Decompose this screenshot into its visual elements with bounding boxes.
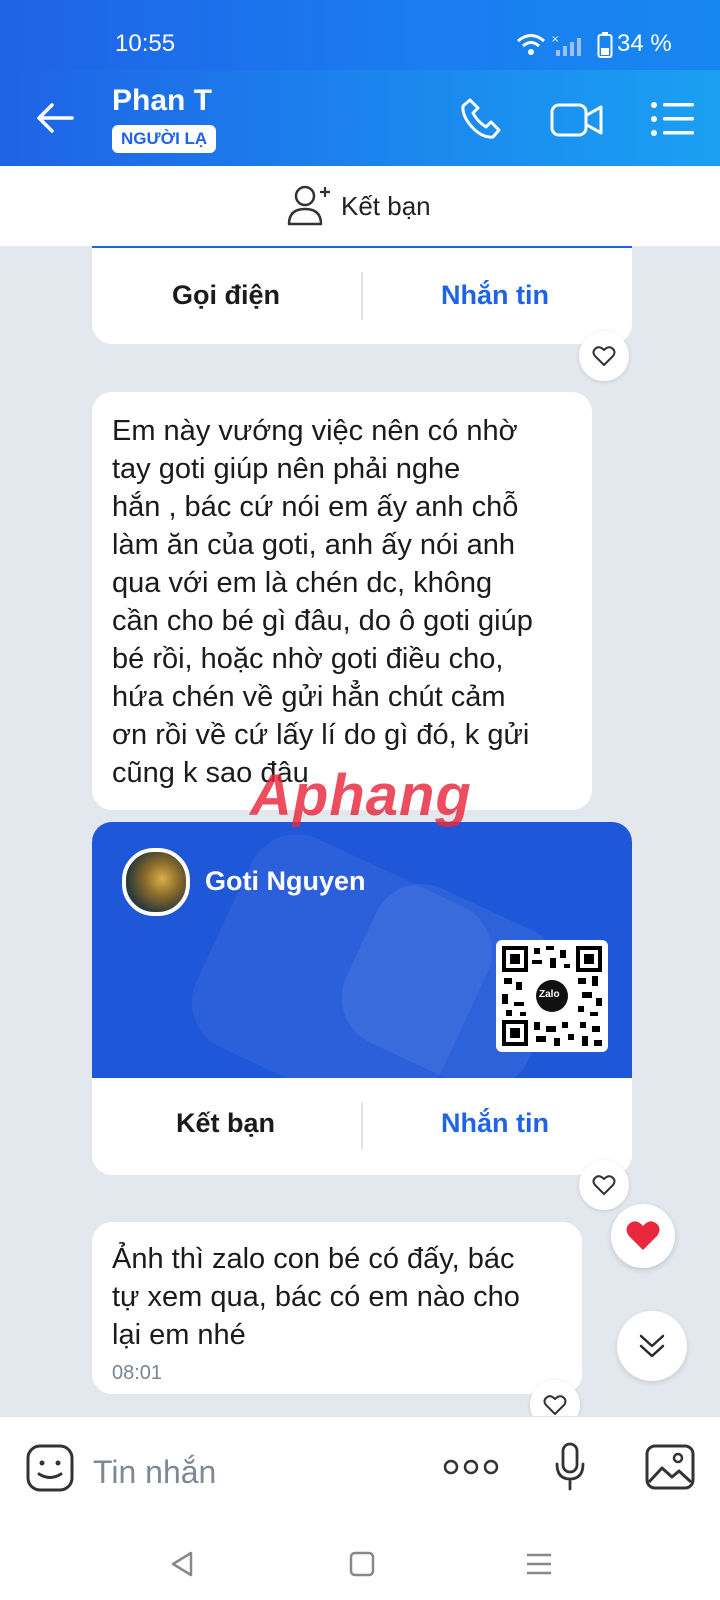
microphone-icon[interactable] [553,1442,587,1492]
message-input[interactable]: Tin nhắn [93,1454,216,1491]
message-time: 08:01 [112,1362,163,1384]
menu-list-icon[interactable] [650,100,696,138]
message-line: bé rồi, hoặc nhờ goti điều cho, [112,643,504,675]
qr-code: Zalo [496,940,608,1052]
message-line: cần cho bé gì đâu, do ô goti giúp [112,605,533,637]
reaction-button[interactable] [579,331,629,381]
message-button[interactable]: Nhắn tin [441,280,549,311]
video-call-icon[interactable] [550,100,604,140]
card-edge [92,246,632,248]
battery-icon [597,32,613,58]
qr-logo-text: Zalo [539,989,560,1000]
watermark: Aphang [250,763,472,828]
quick-heart-button[interactable] [611,1204,675,1268]
heart-outline-icon [543,1395,567,1415]
message-line: tay goti giúp nên phải nghe [112,453,461,485]
svg-text:×: × [551,34,559,45]
more-icon[interactable] [443,1457,499,1477]
contact-name[interactable]: Phan T [112,84,212,118]
message-button[interactable]: Nhắn tin [441,1108,549,1139]
message-line: làm ăn của goti, anh ấy nói anh [112,529,516,561]
emoji-icon[interactable] [25,1443,75,1493]
message-line: ơn rồi về cứ lấy lí do gì đó, k gửi [112,719,530,751]
stranger-badge: NGƯỜI LẠ [112,125,217,153]
add-friend-label: Kết bạn [341,191,431,221]
heart-outline-icon [592,346,616,366]
reaction-button[interactable] [579,1160,629,1210]
status-time: 10:55 [115,30,176,57]
contact-card-name: Goti Nguyen [205,866,366,896]
message-bubble[interactable]: Ảnh thì zalo con bé có đấy, bác tự xem q… [92,1222,582,1394]
message-text: Ảnh thì zalo con bé có đấy, bác tự xem q… [112,1240,572,1354]
avatar [122,848,190,916]
heart-outline-icon [592,1175,616,1195]
call-button[interactable]: Gọi điện [172,280,280,311]
button-divider [361,272,363,320]
contact-card-actions: Kết bạn Nhắn tin [92,1078,632,1175]
message-line: hắn , bác cứ nói em ấy anh chỗ [112,491,519,523]
nav-home-icon[interactable] [349,1551,375,1577]
message-bubble[interactable]: Em này vướng việc nên có nhờ tay goti gi… [92,392,592,810]
message-text: Em này vướng việc nên có nhờ tay goti gi… [112,412,582,792]
message-input-bar: Tin nhắn [0,1416,720,1529]
nav-back-icon[interactable] [169,1550,195,1578]
call-card: Gọi điện Nhắn tin [92,232,632,344]
chat-header: Phan T NGƯỜI LẠ [0,70,720,166]
add-friend-icon [287,185,330,226]
message-line: qua với em là chén dc, không [112,567,493,599]
heart-filled-icon [626,1221,660,1250]
nav-recents-icon[interactable] [525,1552,553,1576]
message-line: tự xem qua, bác có em nào cho [112,1281,520,1313]
phone-icon[interactable] [458,96,504,142]
message-line: Em này vướng việc nên có nhờ [112,415,518,447]
message-line: hứa chén về gửi hẳn chút cảm [112,681,506,713]
message-line: Ảnh thì zalo con bé có đấy, bác [112,1243,515,1275]
add-friend-button[interactable]: Kết bạn [176,1108,275,1139]
scroll-down-icon [639,1334,665,1358]
battery-level: 34 % [617,30,672,57]
status-bar: 10:55 × 34 % [0,0,720,70]
system-nav-bar [0,1528,720,1600]
contact-card-banner[interactable]: Goti Nguyen Zalo [92,822,632,1078]
button-divider [361,1102,363,1150]
back-arrow-icon[interactable] [34,100,76,136]
message-line: lại em nhé [112,1319,246,1351]
image-icon[interactable] [645,1444,695,1490]
wifi-signal-icon: × [517,34,581,56]
scroll-down-button[interactable] [617,1311,687,1381]
